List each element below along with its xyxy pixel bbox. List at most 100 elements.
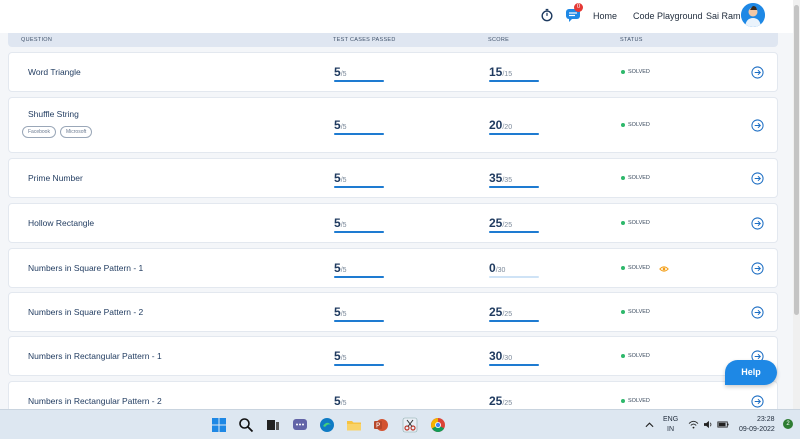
question-name[interactable]: Numbers in Rectangular Pattern - 1 [28,351,162,361]
top-navbar: 0 Home Code Playground Sai Ram [0,0,800,33]
score-progress-bar [489,80,539,82]
question-name[interactable]: Hollow Rectangle [28,218,94,228]
table-row[interactable]: Word Triangle 5/5 15/15 SOLVED [8,52,778,92]
status-text: SOLVED [628,265,650,271]
score-count: 20 [489,118,503,132]
nav-home-link[interactable]: Home [593,11,617,21]
question-name[interactable]: Numbers in Square Pattern - 2 [28,307,143,317]
test-cases-value: 5/5 [334,116,347,134]
avatar[interactable] [741,3,765,27]
arrow-right-circle-icon[interactable] [751,262,764,275]
solved-dot-icon [621,266,625,270]
solved-dot-icon [621,123,625,127]
solved-dot-icon [621,70,625,74]
score-count: 0 [489,261,496,275]
arrow-right-circle-icon[interactable] [751,172,764,185]
help-button[interactable]: Help [725,360,777,385]
score-max: /35 [502,177,513,184]
status-badge: SOLVED [621,122,650,128]
passed-count: 5 [334,171,341,185]
test-cases-progress-bar [334,133,384,135]
powerpoint-icon[interactable]: P [373,417,389,433]
wifi-icon[interactable] [688,420,699,429]
test-cases-progress-bar [334,231,384,233]
clock-date[interactable]: 09-09-2022 [739,426,775,433]
test-cases-value: 5/5 [334,303,347,321]
table-row[interactable]: Numbers in Rectangular Pattern - 1 5/5 30/… [8,336,778,376]
file-explorer-icon[interactable] [346,417,362,433]
score-progress-fill [489,186,539,188]
passed-total: /5 [340,311,347,318]
header-score: SCORE [488,37,510,43]
status-text: SOLVED [628,353,650,359]
chevron-up-icon[interactable] [645,422,654,428]
language-code[interactable]: ENG [663,416,678,423]
table-row[interactable]: Prime Number 5/5 35/35 SOLVED [8,158,778,198]
user-name[interactable]: Sai Ram [706,11,741,21]
arrow-right-circle-icon[interactable] [751,217,764,230]
solved-dot-icon [621,354,625,358]
passed-count: 5 [334,216,341,230]
passed-count: 5 [334,65,341,79]
table-row[interactable]: Hollow Rectangle 5/5 25/25 SOLVED [8,203,778,243]
score-progress-fill [489,80,539,82]
question-name[interactable]: Numbers in Rectangular Pattern - 2 [28,396,162,406]
search-icon[interactable] [238,417,254,433]
chat-badge: 0 [574,3,583,12]
edge-browser-icon[interactable] [319,417,335,433]
status-badge: SOLVED [621,265,650,271]
score-progress-bar [489,320,539,322]
arrow-right-circle-icon[interactable] [751,119,764,132]
score-value: 30/30 [489,347,512,365]
company-tag[interactable]: Facebook [22,126,56,138]
battery-icon[interactable] [717,420,729,429]
arrow-right-circle-icon[interactable] [751,306,764,319]
score-count: 25 [489,394,503,408]
stopwatch-icon[interactable] [540,8,554,22]
table-row[interactable]: Shuffle String Facebook Microsoft 5/5 20/20 S… [8,97,778,153]
status-text: SOLVED [628,220,650,226]
svg-text:P: P [376,422,380,430]
status-text: SOLVED [628,175,650,181]
score-count: 15 [489,65,503,79]
arrow-right-circle-icon[interactable] [751,66,764,79]
passed-total: /5 [340,222,347,229]
question-name[interactable]: Numbers in Square Pattern - 1 [28,263,143,273]
status-text: SOLVED [628,122,650,128]
nav-code-playground-link[interactable]: Code Playground [633,11,703,21]
score-value: 35/35 [489,169,512,187]
task-view-icon[interactable] [265,417,281,433]
snipping-tool-icon[interactable] [402,417,418,433]
notification-badge[interactable]: 2 [783,419,793,429]
chrome-browser-icon[interactable] [430,417,446,433]
clock-time[interactable]: 23:28 [757,416,775,423]
score-progress-fill [489,320,539,322]
table-row[interactable]: Numbers in Square Pattern - 2 5/5 25/25 SOL… [8,292,778,332]
score-progress-bar [489,231,539,233]
score-max: /25 [502,311,513,318]
teams-chat-icon[interactable] [292,417,308,433]
test-cases-progress-fill [334,320,384,322]
score-progress-fill [489,133,539,135]
page-scrollbar[interactable] [793,0,800,409]
test-cases-progress-fill [334,133,384,135]
eye-icon[interactable] [659,265,669,273]
company-tag[interactable]: Microsoft [59,126,93,138]
question-name[interactable]: Word Triangle [28,67,81,77]
question-name[interactable]: Shuffle String [28,109,79,119]
score-max: /30 [495,267,506,274]
test-cases-progress-bar [334,320,384,322]
scrollbar-thumb[interactable] [794,5,799,315]
passed-count: 5 [334,349,341,363]
arrow-right-circle-icon[interactable] [751,395,764,408]
volume-icon[interactable] [703,420,714,429]
windows-start-icon[interactable] [211,417,227,433]
status-badge: SOLVED [621,309,650,315]
table-header: QUESTION TEST CASES PASSED SCORE STATUS [8,33,778,47]
score-count: 30 [489,349,503,363]
language-region[interactable]: IN [667,426,674,433]
question-name[interactable]: Prime Number [28,173,83,183]
score-max: /20 [502,124,513,131]
table-row[interactable]: Numbers in Square Pattern - 1 5/5 0/30 SOLV… [8,248,778,288]
status-text: SOLVED [628,398,650,404]
